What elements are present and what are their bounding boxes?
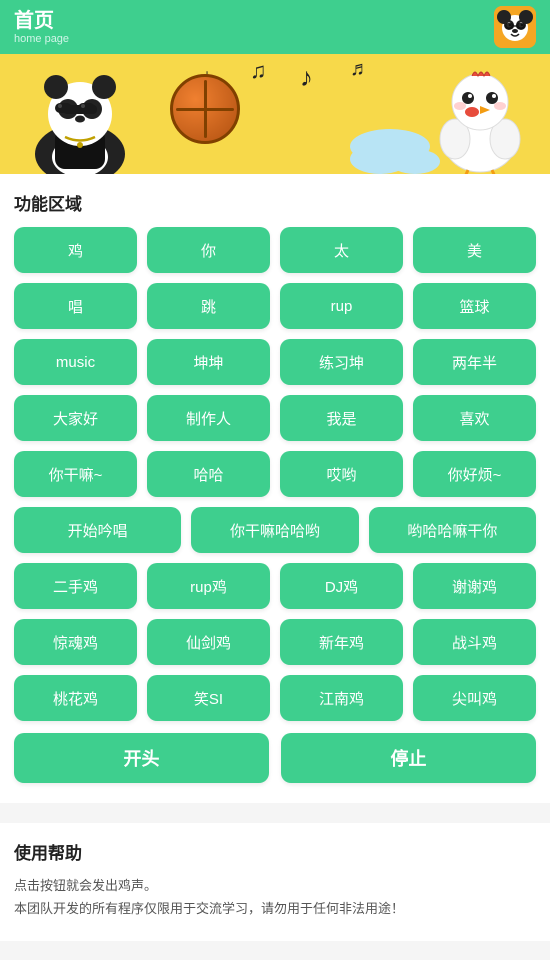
stop-button[interactable]: 停止 <box>281 733 536 783</box>
btn-rup[interactable]: rup <box>280 283 403 329</box>
btn-mei[interactable]: 美 <box>413 227 536 273</box>
help-title: 使用帮助 <box>14 839 536 864</box>
btn-ni[interactable]: 你 <box>147 227 270 273</box>
btn-ershouji[interactable]: 二手鸡 <box>14 563 137 609</box>
banner: ♩ ♫ ♪ ♬ <box>0 54 550 174</box>
btn-xiexieji[interactable]: 谢谢鸡 <box>413 563 536 609</box>
help-line-1: 点击按钮就会发出鸡声。 <box>14 874 536 897</box>
panda-avatar-icon <box>494 6 536 48</box>
banner-chicken <box>420 64 540 174</box>
function-area-title: 功能区域 <box>14 174 536 227</box>
btn-xihuan[interactable]: 喜欢 <box>413 395 536 441</box>
page-subtitle: home page <box>14 33 69 45</box>
btn-tiao[interactable]: 跳 <box>147 283 270 329</box>
btn-lanqiu[interactable]: 篮球 <box>413 283 536 329</box>
music-note-2: ♫ <box>250 58 267 84</box>
btn-jinghunii[interactable]: 惊魂鸡 <box>14 619 137 665</box>
btn-xianjianji[interactable]: 仙剑鸡 <box>147 619 270 665</box>
btn-kunkun[interactable]: 坤坤 <box>147 339 270 385</box>
btn-lianxikun[interactable]: 练习坤 <box>280 339 403 385</box>
btn-taohuaji[interactable]: 桃花鸡 <box>14 675 137 721</box>
btn-rupji[interactable]: rup鸡 <box>147 563 270 609</box>
btn-nihaofan[interactable]: 你好烦~ <box>413 451 536 497</box>
btn-woshi[interactable]: 我是 <box>280 395 403 441</box>
btn-dajiahao[interactable]: 大家好 <box>14 395 137 441</box>
help-line-2: 本团队开发的所有程序仅限用于交流学习，请勿用于任何非法用途！ <box>14 897 536 920</box>
btn-music[interactable]: music <box>14 339 137 385</box>
header: 首页 home page <box>0 0 550 54</box>
btn-jianjiaoji[interactable]: 尖叫鸡 <box>413 675 536 721</box>
function-buttons-grid: 鸡 你 太 美 唱 跳 rup 篮球 music 坤坤 练习坤 两年半 大家好 … <box>14 227 536 721</box>
btn-xinnianji[interactable]: 新年鸡 <box>280 619 403 665</box>
btn-jiangnanji[interactable]: 江南鸡 <box>280 675 403 721</box>
btn-ji[interactable]: 鸡 <box>14 227 137 273</box>
header-title-block: 首页 home page <box>14 9 69 45</box>
btn-haha[interactable]: 哈哈 <box>147 451 270 497</box>
btn-chang[interactable]: 唱 <box>14 283 137 329</box>
btn-zhizuoren[interactable]: 制作人 <box>147 395 270 441</box>
btn-djji[interactable]: DJ鸡 <box>280 563 403 609</box>
page-title: 首页 <box>14 9 69 33</box>
avatar <box>494 6 536 48</box>
btn-zhandouji[interactable]: 战斗鸡 <box>413 619 536 665</box>
btn-liangnianban[interactable]: 两年半 <box>413 339 536 385</box>
btn-aiyo[interactable]: 哎哟 <box>280 451 403 497</box>
start-button[interactable]: 开头 <box>14 733 269 783</box>
btn-yohahamaganni[interactable]: 哟哈哈嘛干你 <box>369 507 536 553</box>
main-content: 功能区域 鸡 你 太 美 唱 跳 rup 篮球 music 坤坤 练习坤 两年半… <box>0 174 550 803</box>
btn-kaishiyinchang[interactable]: 开始吟唱 <box>14 507 181 553</box>
banner-panda <box>0 59 160 174</box>
bottom-buttons: 开头 停止 <box>14 733 536 783</box>
btn-niganhahayo[interactable]: 你干嘛哈哈哟 <box>191 507 358 553</box>
music-note-4: ♬ <box>350 58 370 81</box>
btn-tai[interactable]: 太 <box>280 227 403 273</box>
basketball-icon <box>170 74 240 144</box>
btn-xiaosi[interactable]: 笑SI <box>147 675 270 721</box>
music-note-3: ♪ <box>300 62 313 93</box>
btn-niganna[interactable]: 你干嘛~ <box>14 451 137 497</box>
help-section: 使用帮助 点击按钮就会发出鸡声。 本团队开发的所有程序仅限用于交流学习，请勿用于… <box>0 815 550 941</box>
